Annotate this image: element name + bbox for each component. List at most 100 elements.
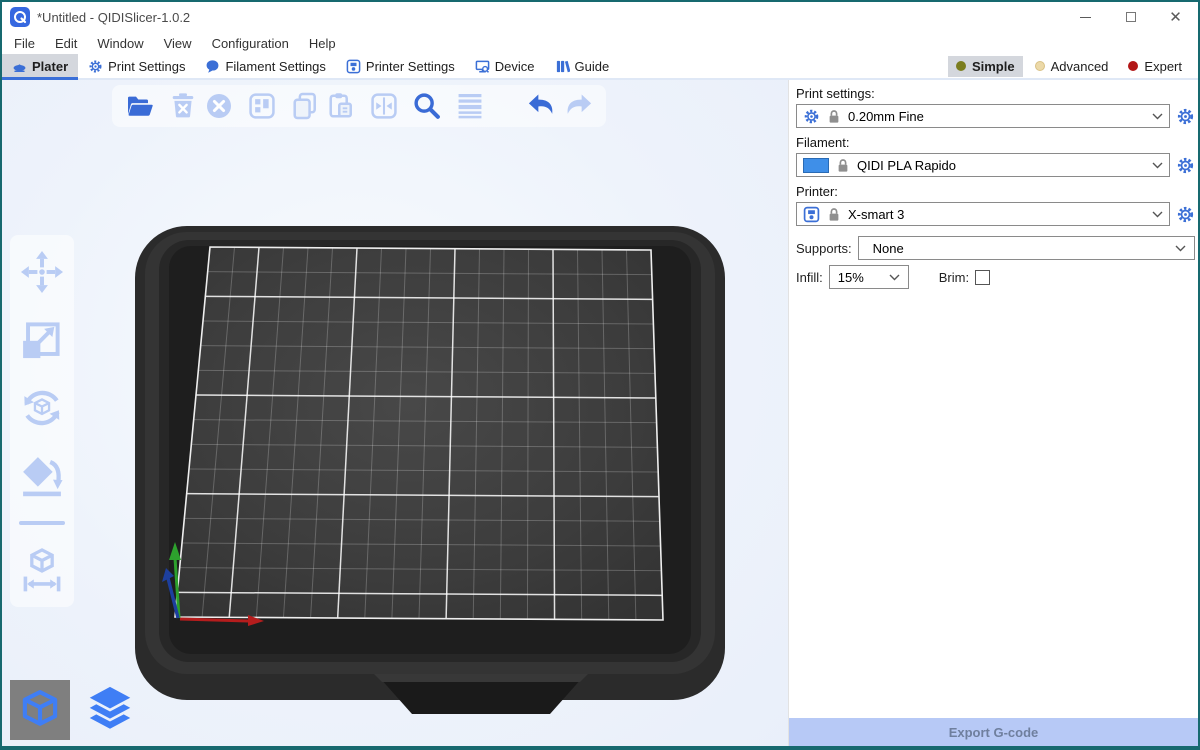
chevron-down-icon xyxy=(1152,211,1163,218)
settings-sidebar: Print settings: 0.20mm Fine Filament: QI… xyxy=(788,80,1198,746)
layers-preview-icon xyxy=(85,684,135,736)
rotate-icon xyxy=(19,385,65,431)
move-icon xyxy=(19,249,65,295)
rotate-button[interactable] xyxy=(19,385,65,431)
tab-guide[interactable]: Guide xyxy=(545,54,620,78)
printer-combo[interactable]: X-smart 3 xyxy=(796,202,1170,226)
variable-layer-height-button[interactable] xyxy=(452,88,488,124)
minimize-button[interactable] xyxy=(1063,2,1108,32)
menu-help[interactable]: Help xyxy=(299,36,346,51)
menu-configuration[interactable]: Configuration xyxy=(202,36,299,51)
redo-button[interactable] xyxy=(560,88,596,124)
tab-bar: Plater Print Settings Filament Settings … xyxy=(2,54,1198,80)
menu-bar: File Edit Window View Configuration Help xyxy=(2,32,1198,54)
app-logo-icon xyxy=(10,7,30,27)
place-on-face-button[interactable] xyxy=(19,453,65,499)
advanced-dot-icon xyxy=(1035,61,1045,71)
view-toggle xyxy=(10,680,140,740)
mode-selector: Simple Advanced Expert xyxy=(948,54,1198,78)
tab-label: Device xyxy=(495,59,535,74)
mode-advanced[interactable]: Advanced xyxy=(1027,56,1117,77)
window-title: *Untitled - QIDISlicer-1.0.2 xyxy=(37,10,190,25)
minimize-icon xyxy=(1080,17,1091,18)
open-folder-icon xyxy=(124,90,156,122)
tab-printer-settings[interactable]: Printer Settings xyxy=(336,54,465,78)
print-settings-value: 0.20mm Fine xyxy=(848,109,924,124)
search-button[interactable] xyxy=(409,88,445,124)
print-settings-combo[interactable]: 0.20mm Fine xyxy=(796,104,1170,128)
measure-button[interactable] xyxy=(19,547,65,593)
arrange-icon xyxy=(246,90,278,122)
gear-icon xyxy=(1176,107,1195,126)
tab-filament-settings[interactable]: Filament Settings xyxy=(195,54,335,78)
app-window: *Untitled - QIDISlicer-1.0.2 ✕ File Edit… xyxy=(0,0,1200,750)
open-button[interactable] xyxy=(122,88,158,124)
infill-combo[interactable]: 15% xyxy=(829,265,909,289)
device-icon xyxy=(475,59,490,74)
mode-label: Simple xyxy=(972,59,1015,74)
close-button[interactable]: ✕ xyxy=(1153,2,1198,32)
menu-edit[interactable]: Edit xyxy=(45,36,87,51)
tab-device[interactable]: Device xyxy=(465,54,545,78)
view-3d-editor-button[interactable] xyxy=(10,680,70,740)
title-bar: *Untitled - QIDISlicer-1.0.2 ✕ xyxy=(2,2,1198,32)
move-button[interactable] xyxy=(19,249,65,295)
export-gcode-button[interactable]: Export G-code xyxy=(789,718,1198,746)
tab-print-settings[interactable]: Print Settings xyxy=(78,54,195,78)
menu-file[interactable]: File xyxy=(4,36,45,51)
infill-label: Infill: xyxy=(796,270,823,285)
supports-label: Supports: xyxy=(796,241,852,256)
edit-printer-button[interactable] xyxy=(1175,204,1195,224)
measure-icon xyxy=(19,547,65,593)
tab-plater[interactable]: Plater xyxy=(2,54,78,78)
menu-view[interactable]: View xyxy=(154,36,202,51)
chevron-down-icon xyxy=(1152,113,1163,120)
gear-icon xyxy=(88,59,103,74)
place-on-face-icon xyxy=(19,453,65,499)
printer-icon xyxy=(803,206,820,223)
edit-print-settings-button[interactable] xyxy=(1175,106,1195,126)
brim-checkbox[interactable] xyxy=(975,270,990,285)
mode-expert[interactable]: Expert xyxy=(1120,56,1190,77)
tab-label: Plater xyxy=(32,59,68,74)
mode-label: Advanced xyxy=(1051,59,1109,74)
delete-all-icon xyxy=(203,90,235,122)
printer-label: Printer: xyxy=(796,184,1195,199)
split-button[interactable] xyxy=(366,88,402,124)
copy-icon xyxy=(289,90,321,122)
mode-simple[interactable]: Simple xyxy=(948,56,1023,77)
chevron-down-icon xyxy=(1175,245,1186,252)
gear-icon xyxy=(803,108,820,125)
printer-value: X-smart 3 xyxy=(848,207,904,222)
brim-label: Brim: xyxy=(939,270,969,285)
toolbar-left xyxy=(10,235,74,607)
supports-combo[interactable]: None xyxy=(858,236,1195,260)
paste-button[interactable] xyxy=(323,88,359,124)
undo-icon xyxy=(525,89,559,123)
delete-button[interactable] xyxy=(165,88,201,124)
close-icon: ✕ xyxy=(1169,10,1182,25)
filament-label: Filament: xyxy=(796,135,1195,150)
undo-button[interactable] xyxy=(524,88,560,124)
tab-label: Guide xyxy=(575,59,610,74)
filament-combo[interactable]: QIDI PLA Rapido xyxy=(796,153,1170,177)
delete-all-button[interactable] xyxy=(201,88,237,124)
bed-handle xyxy=(380,678,582,714)
printer-bed xyxy=(2,80,788,746)
filament-icon xyxy=(205,59,220,74)
toolbar-top xyxy=(112,85,606,127)
viewport-3d[interactable] xyxy=(2,80,788,746)
maximize-button[interactable] xyxy=(1108,2,1153,32)
arrange-button[interactable] xyxy=(244,88,280,124)
menu-window[interactable]: Window xyxy=(87,36,153,51)
cube-3d-icon xyxy=(18,688,62,732)
scale-button[interactable] xyxy=(19,317,65,363)
redo-icon xyxy=(561,89,595,123)
infill-value: 15% xyxy=(838,270,864,285)
copy-button[interactable] xyxy=(287,88,323,124)
paste-icon xyxy=(325,90,357,122)
view-preview-button[interactable] xyxy=(80,680,140,740)
supports-value: None xyxy=(873,241,904,256)
maximize-icon xyxy=(1126,12,1136,22)
edit-filament-button[interactable] xyxy=(1175,155,1195,175)
